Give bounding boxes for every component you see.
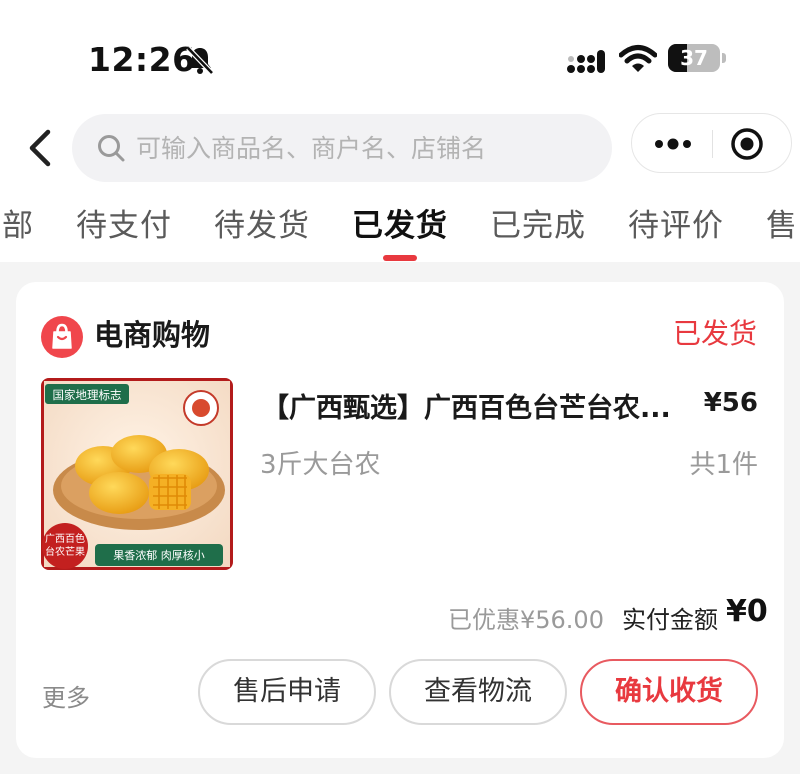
paid-value: ¥0 <box>726 594 768 629</box>
image-badge-left-1: 广西百色 <box>45 532 85 545</box>
order-status: 已发货 <box>672 317 757 350</box>
mini-program-capsule <box>631 113 792 173</box>
battery-icon: 37 <box>668 44 726 72</box>
confirm-receipt-button[interactable]: 确认收货 <box>580 659 758 725</box>
tab-pending-review[interactable]: 待评价 <box>628 200 724 245</box>
product-quantity: 共1件 <box>689 450 758 480</box>
wifi-icon <box>619 45 657 72</box>
tab-shipped[interactable]: 已发货 <box>352 200 448 245</box>
more-dots-icon[interactable] <box>646 124 700 164</box>
image-badge-top: 国家地理标志 <box>53 388 122 402</box>
discount-amount: 已优惠¥56.00 <box>448 606 604 634</box>
bell-mute-icon <box>186 46 214 75</box>
product-spec: 3斤大台农 <box>260 450 381 480</box>
product-price: ¥56 <box>703 388 758 418</box>
view-logistics-button[interactable]: 查看物流 <box>389 659 567 725</box>
tab-pending-payment[interactable]: 待支付 <box>76 200 172 245</box>
battery-percent: 37 <box>680 46 708 70</box>
search-icon <box>98 135 125 162</box>
product-image[interactable]: 国家地理标志 广西百色 台农芒果 果香浓郁 肉厚核小 <box>41 378 233 570</box>
tab-all[interactable]: 部 <box>2 200 34 245</box>
shop-name[interactable]: 电商购物 <box>94 312 210 354</box>
back-arrow-icon[interactable] <box>22 126 58 170</box>
more-link[interactable]: 更多 <box>42 678 90 713</box>
cellular-signal-icon <box>567 50 605 73</box>
search-input[interactable] <box>136 128 596 168</box>
target-icon[interactable] <box>727 124 767 164</box>
tab-completed[interactable]: 已完成 <box>490 200 586 245</box>
shopping-bag-icon <box>41 316 83 358</box>
product-title[interactable]: 【广西甄选】广西百色台芒台农... <box>262 386 692 425</box>
search-bar[interactable] <box>72 114 612 182</box>
image-badge-left-2: 台农芒果 <box>45 545 85 558</box>
tab-pending-shipment[interactable]: 待发货 <box>214 200 310 245</box>
after-sale-button[interactable]: 售后申请 <box>198 659 376 725</box>
mango-illustration: 国家地理标志 广西百色 台农芒果 果香浓郁 肉厚核小 <box>41 378 233 570</box>
paid-label: 实付金额 <box>622 606 718 634</box>
top-bar: 12:26 37 可输入商品名、商户名、店铺名 部 待支付 待发货 已发货 已完… <box>0 0 800 262</box>
capsule-divider <box>712 130 713 158</box>
order-card[interactable]: 电商购物 已发货 国家地理标志 广西百色 台农芒果 果香浓郁 肉厚核小 【广西甄… <box>16 282 784 758</box>
status-time: 12:26 <box>88 40 196 79</box>
image-banner: 果香浓郁 肉厚核小 <box>113 548 205 562</box>
active-tab-indicator <box>383 255 417 261</box>
tab-after-sale[interactable]: 售 <box>766 200 798 245</box>
